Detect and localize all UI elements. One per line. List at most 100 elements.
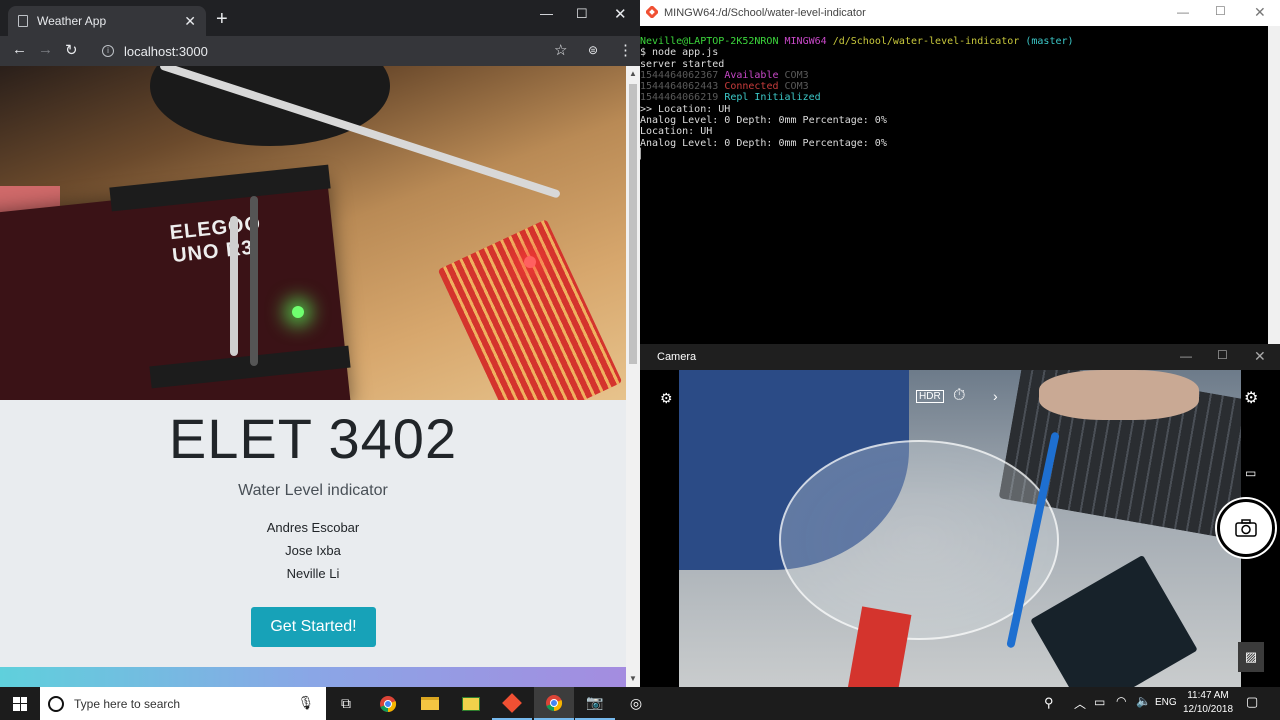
team-member: Jose Ixba (285, 543, 341, 558)
terminal-line: 1544464062443 Connected COM3 (640, 81, 1268, 92)
git-taskbar-icon[interactable] (492, 687, 532, 720)
document-icon (18, 15, 28, 27)
camera-titlebar: Camera — ☐ ✕ (640, 344, 1280, 370)
chrome-active-taskbar-icon[interactable] (534, 687, 574, 720)
chrome-tab-weather-app[interactable]: Weather App ✕ (8, 6, 206, 36)
close-icon[interactable]: ✕ (614, 5, 627, 23)
terminal-title: MINGW64:/d/School/water-level-indicator (664, 7, 866, 19)
chrome-window: Weather App ✕ + — ☐ ✕ ← → ↻ i localhost:… (0, 0, 640, 687)
timestamp: 1544464062443 (640, 81, 719, 93)
photo-wire (250, 196, 258, 366)
terminal-line: 1544464066219 Repl Initialized (640, 92, 1268, 103)
footer-gradient (0, 667, 626, 687)
url-text: localhost:3000 (124, 43, 208, 59)
chrome-logo-icon (546, 694, 563, 711)
camera-title: Camera (657, 351, 697, 363)
app-taskbar-icon[interactable] (451, 687, 491, 720)
people-icon[interactable]: ⚲ (1044, 695, 1054, 711)
chrome-taskbar-icon[interactable] (368, 687, 408, 720)
chrome-logo-icon (380, 695, 397, 712)
camera-window: Camera — ☐ ✕ ⚙ HDR ⏱ › ⚙ ▭ ▨ (640, 344, 1280, 687)
maximize-icon[interactable]: ☐ (1215, 4, 1226, 18)
photo-object (150, 66, 390, 146)
video-mode-icon[interactable]: ▭ (1245, 466, 1256, 480)
cortana-icon (48, 695, 64, 712)
scroll-down-icon[interactable]: ▼ (629, 674, 637, 683)
camera-viewfinder[interactable] (679, 370, 1241, 687)
team-member: Neville Li (286, 566, 340, 581)
bookmark-star-icon[interactable]: ☆ (554, 41, 567, 59)
hdr-icon[interactable]: HDR (916, 390, 944, 403)
web-page: ELEGOO UNO R3 ELET 3402 Water Level indi… (0, 66, 626, 687)
get-started-button[interactable]: Get Started! (251, 607, 376, 647)
notifications-icon[interactable]: ▢ (1246, 694, 1258, 710)
camera-icon (1235, 519, 1257, 537)
task-view-icon[interactable]: ⧉ (326, 687, 366, 720)
status-text: Repl Initialized (724, 92, 821, 104)
terminal-line: server started (640, 58, 725, 70)
reload-icon[interactable]: ↻ (65, 41, 78, 59)
image-icon: ▨ (1244, 649, 1258, 664)
menu-kebab-icon[interactable]: ⋮ (618, 41, 633, 59)
extension-icon[interactable]: ⊜ (588, 43, 598, 57)
language-indicator[interactable]: ENG (1155, 697, 1177, 708)
page-title: ELET 3402 (168, 407, 458, 470)
status-text: Available (724, 69, 779, 81)
terminal-output[interactable]: Neville@LAPTOP-2K52NRON MINGW64 /d/Schoo… (640, 36, 1268, 336)
view-hand (1039, 370, 1199, 420)
terminal-cursor: ▏ (640, 148, 647, 160)
scroll-up-icon[interactable]: ▲ (629, 69, 637, 78)
photo-settings-icon[interactable]: ⚙ (660, 390, 673, 407)
chevron-up-icon[interactable]: ︿ (1074, 695, 1086, 712)
back-arrow-icon[interactable]: ← (12, 41, 27, 58)
status-text: Connected (724, 81, 779, 93)
wifi-icon[interactable]: ◠ (1116, 694, 1126, 708)
file-explorer-icon[interactable] (410, 687, 450, 720)
gear-icon[interactable]: ⚙ (1244, 388, 1258, 408)
search-placeholder: Type here to search (74, 696, 181, 711)
battery-icon[interactable]: ▭ (1094, 695, 1105, 709)
microphone-icon[interactable]: 🎙 (297, 695, 314, 711)
terminal-window: MINGW64:/d/School/water-level-indicator … (640, 0, 1280, 344)
chrome-toolbar: ← → ↻ i localhost:3000 ☆ ⊜ ⋮ (0, 36, 640, 66)
start-button[interactable] (0, 687, 40, 720)
system-clock[interactable]: 11:47 AM 12/10/2018 (1177, 689, 1239, 717)
camera-taskbar-icon[interactable]: 📷 (575, 687, 615, 720)
scrollbar-thumb[interactable] (629, 84, 637, 364)
prompt-branch: (master) (1025, 36, 1074, 47)
page-scrollbar[interactable]: ▲ ▼ (626, 66, 640, 687)
port-text: COM3 (784, 69, 809, 81)
chevron-right-icon[interactable]: › (993, 388, 998, 404)
maximize-icon[interactable]: ☐ (1217, 348, 1228, 362)
app-taskbar-icon[interactable]: ◎ (616, 687, 656, 720)
gallery-button[interactable]: ▨ (1238, 642, 1264, 672)
terminal-scrollbar[interactable] (1268, 26, 1280, 344)
timestamp: 1544464066219 (640, 92, 719, 104)
prompt-path: /d/School/water-level-indicator (832, 36, 1020, 47)
close-icon[interactable]: ✕ (1254, 4, 1266, 21)
terminal-line: 1544464062367 Available COM3 (640, 70, 1268, 81)
capture-photo-button[interactable] (1217, 499, 1275, 557)
photo-water-sensor (437, 219, 623, 400)
new-tab-button[interactable]: + (216, 9, 228, 29)
volume-icon[interactable]: 🔈 (1136, 694, 1151, 708)
port-text: COM3 (784, 81, 809, 93)
forward-arrow-icon[interactable]: → (38, 41, 53, 58)
photo-green-led (292, 306, 304, 318)
taskbar-search[interactable]: Type here to search 🎙 (40, 687, 326, 720)
tab-close-button[interactable]: ✕ (184, 13, 196, 30)
close-icon[interactable]: ✕ (1254, 348, 1266, 365)
timer-icon[interactable]: ⏱ (953, 387, 965, 405)
terminal-line: Analog Level: 0 Depth: 0mm Percentage: 0… (640, 137, 887, 149)
address-bar[interactable]: i localhost:3000 (92, 39, 582, 63)
minimize-icon[interactable]: — (1180, 349, 1192, 363)
maximize-icon[interactable]: ☐ (576, 6, 588, 22)
terminal-titlebar: MINGW64:/d/School/water-level-indicator … (640, 0, 1280, 26)
windows-logo-icon (13, 696, 27, 711)
minimize-icon[interactable]: — (1177, 5, 1189, 19)
arduino-photo: ELEGOO UNO R3 (0, 66, 626, 400)
info-icon[interactable]: i (102, 45, 114, 57)
terminal-line: >> Location: UH (640, 103, 731, 115)
photo-red-led (524, 256, 536, 268)
minimize-icon[interactable]: — (540, 6, 553, 21)
